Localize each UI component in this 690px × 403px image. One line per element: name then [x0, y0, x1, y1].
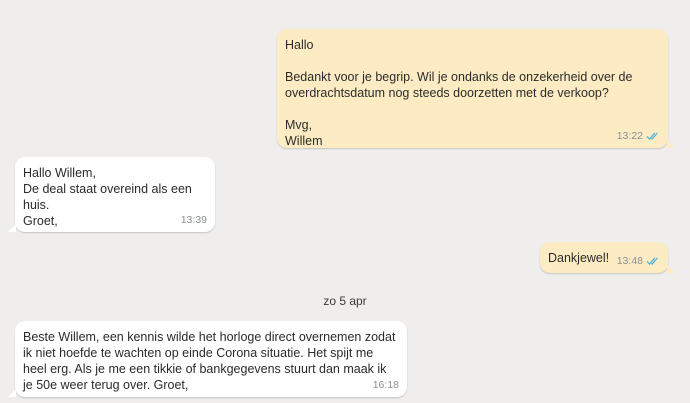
date-separator: zo 5 apr — [323, 294, 367, 308]
message-bubble-incoming[interactable]: Beste Willem, een kennis wilde het horlo… — [8, 321, 407, 397]
message-text: Beste Willem, een kennis wilde het horlo… — [23, 330, 399, 392]
message-time: 13:22 — [616, 130, 643, 142]
message-time: 13:39 — [180, 214, 207, 226]
message-time: 16:18 — [372, 379, 399, 391]
message-bubble-outgoing[interactable]: Hallo Bedankt voor je begrip. Wil je ond… — [277, 29, 675, 148]
message-bubble-incoming[interactable]: Hallo Willem, De deal staat overeind als… — [8, 157, 215, 232]
message-meta: 13:48 — [617, 253, 660, 269]
message-text: Hallo Bedankt voor je begrip. Wil je ond… — [285, 38, 633, 148]
message-meta: 13:39 — [181, 212, 207, 228]
message-bubble-outgoing[interactable]: Dankjewel! 13:48 — [540, 242, 675, 273]
double-check-read-icon — [646, 132, 658, 140]
message-meta: 13:22 — [617, 128, 660, 144]
chat-conversation: Hallo Bedankt voor je begrip. Wil je ond… — [0, 0, 690, 403]
double-check-read-icon — [646, 257, 658, 265]
message-meta: 16:18 — [373, 377, 399, 393]
message-text: Hallo Willem, De deal staat overeind als… — [23, 166, 192, 228]
message-time: 13:48 — [616, 255, 643, 267]
